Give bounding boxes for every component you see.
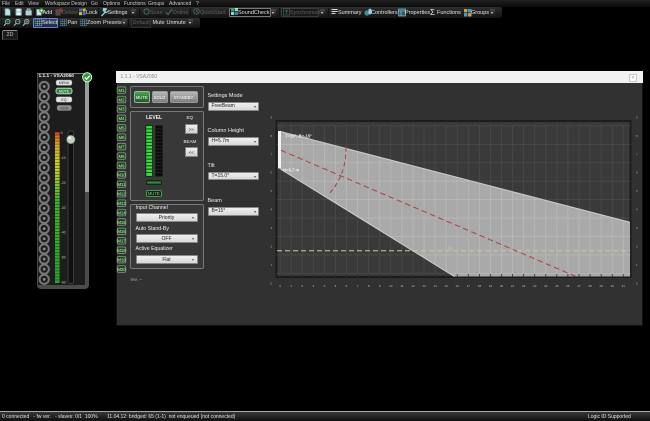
svg-text:31: 31 (622, 284, 626, 288)
svg-text:1: 1 (290, 284, 292, 288)
svg-text:23: 23 (533, 284, 537, 288)
svg-text:11: 11 (400, 284, 403, 288)
svg-text:Hy: Hy (448, 246, 453, 251)
svg-text:-60: -60 (61, 280, 66, 284)
svg-text:H=5.7 m: H=5.7 m (283, 168, 299, 173)
svg-text:2: 2 (636, 244, 638, 248)
svg-text:M17: M17 (117, 239, 126, 244)
svg-text:24: 24 (544, 284, 548, 288)
svg-text:MUTE: MUTE (59, 90, 70, 94)
svg-text:5: 5 (335, 284, 337, 288)
svg-text:8: 8 (636, 134, 638, 138)
svg-text:4: 4 (636, 208, 638, 212)
svg-text:3: 3 (270, 226, 272, 230)
svg-text:M10: M10 (117, 173, 126, 178)
svg-text:30: 30 (611, 284, 615, 288)
svg-text:M1: M1 (119, 88, 126, 93)
svg-text:-30: -30 (61, 206, 66, 210)
svg-text:5: 5 (270, 189, 272, 193)
svg-text:22: 22 (522, 284, 526, 288)
svg-text:48/96: 48/96 (60, 106, 69, 110)
svg-text:15: 15 (444, 284, 448, 288)
svg-text:M6: M6 (119, 135, 126, 140)
svg-text:0: 0 (636, 281, 638, 285)
svg-text:M14: M14 (117, 210, 126, 215)
svg-text:M5: M5 (119, 126, 126, 131)
svg-text:M18: M18 (117, 248, 126, 253)
svg-text:M3: M3 (119, 107, 126, 112)
svg-text:-10: -10 (61, 156, 66, 160)
svg-text:18: 18 (478, 284, 482, 288)
svg-text:M2: M2 (119, 97, 126, 102)
svg-text:21: 21 (511, 284, 515, 288)
svg-text:M16: M16 (117, 229, 126, 234)
svg-text:6: 6 (636, 171, 638, 175)
svg-text:2: 2 (270, 244, 272, 248)
svg-text:13: 13 (422, 284, 426, 288)
svg-text:2: 2 (301, 284, 303, 288)
svg-text:19: 19 (489, 284, 493, 288)
svg-text:17: 17 (467, 284, 471, 288)
svg-text:3: 3 (312, 284, 314, 288)
svg-text:7: 7 (357, 284, 359, 288)
svg-text:9: 9 (270, 115, 272, 119)
svg-text:6: 6 (270, 171, 272, 175)
svg-text:-20: -20 (61, 181, 66, 185)
svg-text:26: 26 (566, 284, 570, 288)
svg-text:M11: M11 (117, 182, 126, 187)
svg-text:4: 4 (324, 284, 326, 288)
svg-text:MENU: MENU (59, 81, 70, 85)
svg-text:1: 1 (270, 263, 272, 267)
svg-text:16: 16 (456, 284, 460, 288)
svg-text:3: 3 (636, 226, 638, 230)
svg-text:T=15°, B=-15°: T=15°, B=-15° (285, 134, 312, 139)
svg-text:10: 10 (389, 284, 393, 288)
svg-text:M7: M7 (119, 144, 126, 149)
svg-text:28: 28 (588, 284, 592, 288)
svg-text:M20: M20 (117, 267, 126, 272)
svg-text:0: 0 (61, 131, 63, 135)
svg-text:7: 7 (636, 152, 638, 156)
svg-text:0: 0 (270, 281, 272, 285)
svg-text:-50: -50 (61, 255, 66, 259)
svg-text:29: 29 (599, 284, 603, 288)
svg-text:9: 9 (636, 115, 638, 119)
svg-text:6: 6 (346, 284, 348, 288)
svg-text:M8: M8 (119, 154, 126, 159)
svg-text:M12: M12 (117, 192, 126, 197)
svg-text:4: 4 (270, 208, 272, 212)
svg-text:M4: M4 (119, 116, 126, 121)
svg-text:12: 12 (411, 284, 415, 288)
svg-text:M13: M13 (117, 201, 126, 206)
svg-text:M19: M19 (117, 257, 126, 262)
svg-text:9: 9 (379, 284, 381, 288)
svg-text:-40: -40 (61, 231, 66, 235)
svg-text:1: 1 (636, 263, 638, 267)
svg-text:0: 0 (279, 284, 281, 288)
svg-text:14: 14 (433, 284, 437, 288)
svg-text:20: 20 (500, 284, 504, 288)
svg-text:8: 8 (368, 284, 370, 288)
svg-text:M9: M9 (119, 163, 126, 168)
svg-text:EQ: EQ (61, 98, 66, 102)
svg-text:M15: M15 (117, 220, 126, 225)
svg-text:8: 8 (270, 134, 272, 138)
svg-text:25: 25 (555, 284, 559, 288)
svg-text:27: 27 (577, 284, 581, 288)
svg-text:7: 7 (270, 152, 272, 156)
svg-text:5: 5 (636, 189, 638, 193)
